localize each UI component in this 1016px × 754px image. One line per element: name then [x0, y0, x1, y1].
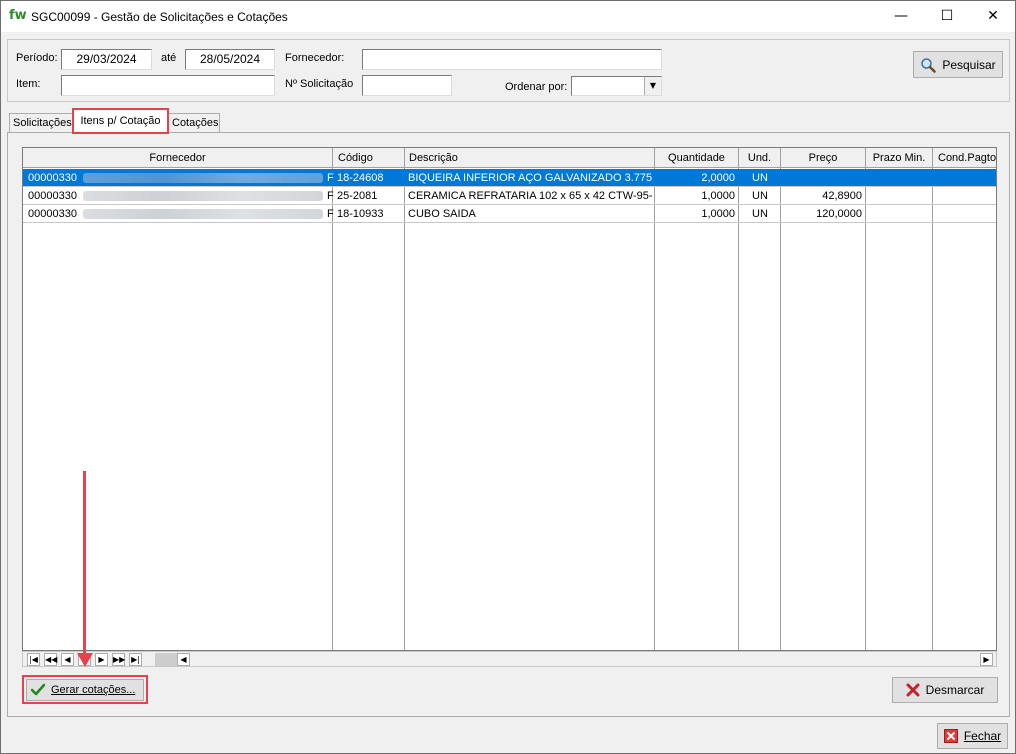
grid-navigator: |◀ ◀◀ ◀ ▪ ▶ ▶▶ ▶| ◀ ▶	[22, 651, 997, 667]
cell-fornecedor: 00000330	[28, 208, 77, 220]
table-row[interactable]: 00000330 F 25-2081 CERAMICA REFRATARIA 1…	[23, 187, 996, 205]
nav-prev-page-button[interactable]: ◀◀	[44, 653, 57, 666]
nav-last-button[interactable]: ▶|	[129, 653, 142, 666]
cell-codigo: 18-24608	[337, 172, 384, 184]
ordenar-select[interactable]: ▼	[571, 76, 662, 96]
col-divider	[932, 168, 933, 650]
cell-quantidade: 1,0000	[701, 208, 735, 220]
ate-label: até	[161, 52, 177, 64]
app-window: fw SGC00099 - Gestão de Solicitações e C…	[0, 0, 1016, 754]
col-header-cond-pagto[interactable]: Cond.Pagto	[933, 148, 996, 168]
cell-preco: 120,0000	[816, 208, 862, 220]
fechar-label: Fechar	[963, 729, 1002, 743]
col-header-und[interactable]: Und.	[739, 148, 781, 168]
nsolicitacao-label: Nº Solicitação	[285, 78, 354, 90]
tab-highlight-box	[72, 108, 169, 134]
cell-fornecedor-suffix: F	[327, 208, 334, 220]
magnifier-icon	[921, 57, 937, 73]
items-grid[interactable]: Fornecedor Código Descrição Quantidade U…	[22, 147, 997, 651]
cell-descricao: CERAMICA REFRATARIA 102 x 65 x 42 CTW-95…	[408, 190, 653, 202]
tab-solicitacoes[interactable]: Solicitações	[9, 113, 73, 133]
ordenar-label: Ordenar por:	[505, 81, 568, 93]
col-divider	[865, 168, 866, 650]
periodo-label: Período:	[16, 52, 58, 64]
cell-und: UN	[752, 190, 768, 202]
x-mark-icon	[906, 683, 920, 697]
nav-first-button[interactable]: |◀	[27, 653, 40, 666]
col-divider	[332, 168, 333, 650]
cell-fornecedor: 00000330	[28, 190, 77, 202]
table-row[interactable]: 00000330 F 18-24608 BIQUEIRA INFERIOR AÇ…	[23, 169, 996, 187]
nav-prev-button[interactable]: ◀	[61, 653, 74, 666]
cell-quantidade: 1,0000	[701, 190, 735, 202]
cell-descricao: CUBO SAIDA	[408, 208, 476, 220]
nav-next-button[interactable]: ▶	[95, 653, 108, 666]
gerar-highlight-box	[22, 675, 148, 704]
tab-cotacoes[interactable]: Cotações	[168, 113, 220, 133]
annotation-arrowhead-icon	[77, 653, 93, 667]
periodo-start-field[interactable]: 29/03/2024	[61, 49, 152, 70]
pesquisar-label: Pesquisar	[942, 57, 996, 72]
desmarcar-button[interactable]: Desmarcar	[892, 677, 998, 703]
close-window-button[interactable]: ✕	[970, 1, 1016, 32]
fornecedor-field[interactable]	[362, 49, 662, 70]
item-field[interactable]	[61, 75, 275, 96]
cell-preco: 42,8900	[822, 190, 862, 202]
col-header-descricao[interactable]: Descrição	[405, 148, 655, 168]
title-bar: fw SGC00099 - Gestão de Solicitações e C…	[1, 1, 1015, 32]
annotation-arrow	[83, 471, 86, 661]
redacted-supplier-name	[83, 173, 323, 183]
cell-preco	[781, 169, 862, 187]
redacted-supplier-name	[83, 191, 323, 201]
fechar-button[interactable]: Fechar	[937, 723, 1008, 749]
cell-fornecedor-suffix: F	[327, 172, 334, 184]
col-divider	[738, 168, 739, 650]
scroll-left-button[interactable]: ◀	[177, 653, 190, 666]
scrollbar-thumb[interactable]	[155, 653, 177, 666]
table-row[interactable]: 00000330 F 18-10933 CUBO SAIDA 1,0000 UN…	[23, 205, 996, 223]
col-header-quantidade[interactable]: Quantidade	[655, 148, 739, 168]
cell-und: UN	[752, 208, 768, 220]
chevron-down-icon[interactable]: ▼	[644, 77, 661, 95]
minimize-button[interactable]: —	[878, 1, 924, 32]
close-icon	[943, 729, 958, 743]
col-divider	[654, 168, 655, 650]
cell-codigo: 25-2081	[337, 190, 378, 202]
nav-next-page-button[interactable]: ▶▶	[112, 653, 125, 666]
col-divider	[404, 168, 405, 650]
maximize-button[interactable]: ☐	[924, 1, 970, 32]
fornecedor-label: Fornecedor:	[285, 52, 345, 64]
desmarcar-label: Desmarcar	[925, 683, 985, 697]
col-divider	[780, 168, 781, 650]
periodo-end-field[interactable]: 28/05/2024	[185, 49, 275, 70]
cell-quantidade: 2,0000	[701, 172, 735, 184]
col-header-fornecedor[interactable]: Fornecedor	[23, 148, 333, 168]
col-header-prazo[interactable]: Prazo Min.	[866, 148, 933, 168]
cell-descricao: BIQUEIRA INFERIOR AÇO GALVANIZADO 3.775	[408, 172, 653, 184]
nsolicitacao-field[interactable]	[362, 75, 452, 96]
cell-fornecedor-suffix: F	[327, 190, 334, 202]
col-header-codigo[interactable]: Código	[333, 148, 405, 168]
cell-codigo: 18-10933	[337, 208, 384, 220]
item-label: Item:	[16, 78, 41, 90]
cell-fornecedor: 00000330	[28, 172, 77, 184]
col-header-preco[interactable]: Preço	[781, 148, 866, 168]
pesquisar-button[interactable]: Pesquisar	[913, 51, 1003, 78]
redacted-supplier-name	[83, 209, 323, 219]
window-title: SGC00099 - Gestão de Solicitações e Cota…	[31, 10, 288, 24]
cell-und: UN	[752, 172, 768, 184]
app-logo: fw	[9, 8, 27, 23]
scroll-right-button[interactable]: ▶	[980, 653, 993, 666]
